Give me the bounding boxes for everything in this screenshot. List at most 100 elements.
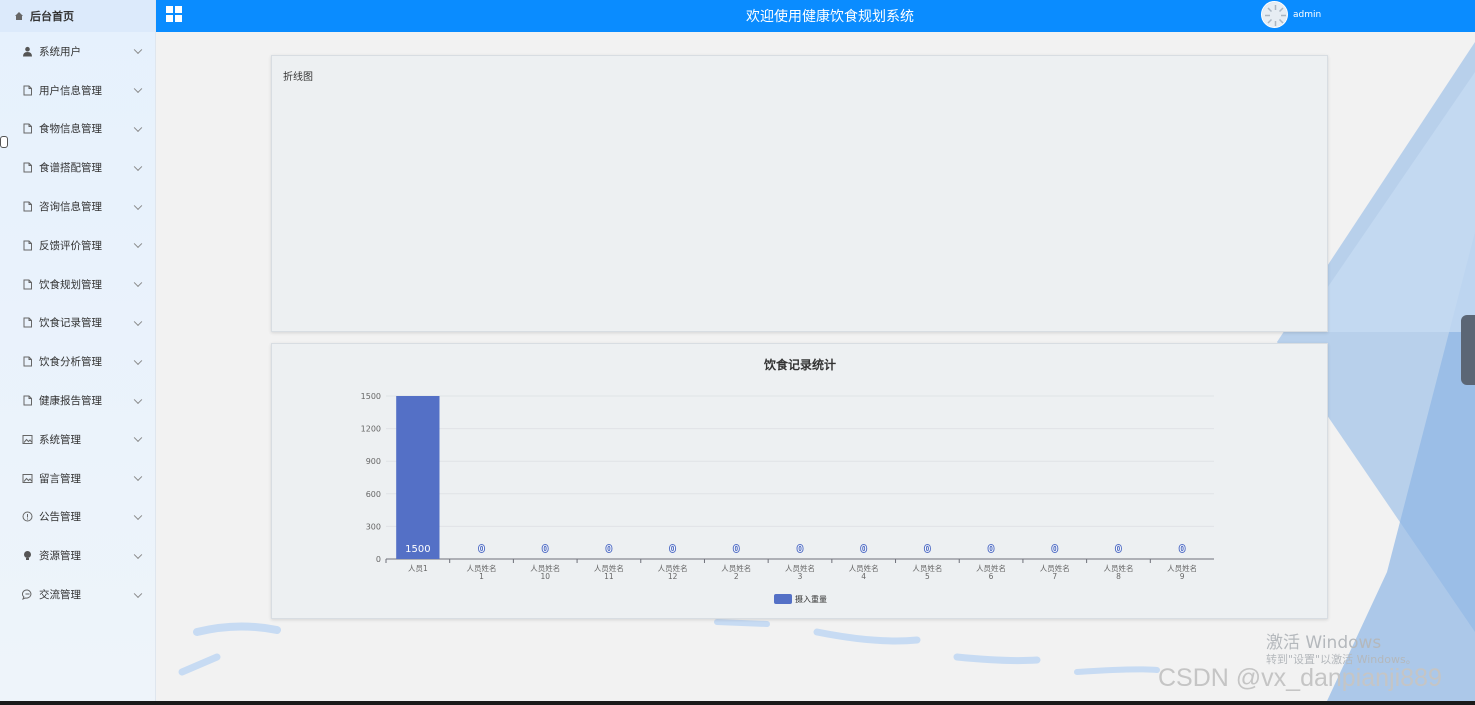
csdn-watermark: CSDN @vx_danpianji889 bbox=[1158, 664, 1442, 692]
sidebar-item-10[interactable]: 健康报告管理 bbox=[0, 381, 155, 420]
sidebar-item-2[interactable]: 用户信息管理 bbox=[0, 71, 155, 110]
sidebar-home-link[interactable]: 后台首页 bbox=[0, 0, 155, 32]
sidebar-item-8[interactable]: 饮食记录管理 bbox=[0, 304, 155, 343]
chevron-down-icon[interactable] bbox=[133, 317, 143, 327]
sidebar-item-3[interactable]: 食物信息管理 bbox=[0, 110, 155, 149]
sidebar-item-label: 留言管理 bbox=[39, 472, 81, 485]
chevron-down-icon[interactable] bbox=[133, 511, 143, 520]
x-tick-label: 9 bbox=[1180, 572, 1185, 581]
x-tick-label: 5 bbox=[925, 572, 930, 581]
document-icon bbox=[22, 123, 33, 134]
side-scroll-tab[interactable] bbox=[1461, 315, 1475, 385]
bar-value-label: 0 bbox=[797, 544, 803, 555]
chevron-down-icon[interactable] bbox=[133, 395, 143, 404]
bar-value-label: 0 bbox=[861, 544, 867, 555]
chart-title: 饮食记录统计 bbox=[763, 357, 836, 372]
mouse-cursor-icon bbox=[0, 136, 8, 148]
sidebar-item-label: 系统管理 bbox=[39, 433, 81, 446]
sidebar-item-14[interactable]: 资源管理 bbox=[0, 536, 155, 575]
bar-value-label: 0 bbox=[669, 544, 675, 555]
chevron-down-icon[interactable] bbox=[133, 278, 143, 288]
sidebar: 后台首页 系统用户 用户信息管理 食物信息管理 食谱搭配管理 咨询信息管理 反馈评价管理饮… bbox=[0, 0, 156, 701]
bar-value-label: 0 bbox=[1179, 544, 1185, 555]
x-tick-label: 12 bbox=[668, 572, 678, 581]
sidebar-item-4[interactable]: 食谱搭配管理 bbox=[0, 148, 155, 187]
document-icon bbox=[22, 279, 33, 290]
home-icon bbox=[14, 11, 24, 21]
sidebar-item-label: 饮食规划管理 bbox=[39, 278, 102, 291]
sidebar-item-label: 公告管理 bbox=[39, 511, 81, 524]
info-icon bbox=[22, 511, 33, 522]
bar-value-label: 0 bbox=[988, 544, 994, 555]
bar-chart: 饮食记录统计0300600900120015001500人员10人员姓名10人员… bbox=[361, 357, 1214, 604]
document-icon bbox=[22, 317, 33, 328]
bar-value-label: 0 bbox=[542, 544, 548, 555]
y-tick-label: 900 bbox=[366, 457, 381, 466]
x-tick-label: 1 bbox=[479, 572, 484, 581]
sidebar-item-9[interactable]: 饮食分析管理 bbox=[0, 342, 155, 381]
x-tick-label: 7 bbox=[1052, 572, 1057, 581]
y-tick-label: 1200 bbox=[361, 425, 381, 434]
sidebar-item-12[interactable]: 留言管理 bbox=[0, 459, 155, 498]
sidebar-item-label: 系统用户 bbox=[39, 45, 81, 58]
document-icon bbox=[22, 162, 33, 173]
sidebar-menu: 系统用户用户信息管理食物信息管理 食谱搭配管理 咨询信息管理 反馈评价管理 饮食规划管理… bbox=[0, 32, 155, 614]
username[interactable]: admin bbox=[1293, 10, 1321, 20]
sidebar-item-15[interactable]: 交流管理 bbox=[0, 575, 155, 614]
document-icon bbox=[22, 85, 33, 96]
sidebar-item-label: 饮食记录管理 bbox=[39, 317, 102, 330]
chevron-down-icon[interactable] bbox=[133, 239, 143, 249]
bar-value-label: 0 bbox=[478, 544, 484, 555]
sidebar-item-13[interactable]: 公告管理 bbox=[0, 498, 155, 537]
sidebar-item-label: 健康报告管理 bbox=[39, 395, 102, 408]
chevron-down-icon[interactable] bbox=[133, 589, 143, 598]
line-chart-title: 折线图 bbox=[283, 72, 313, 83]
chevron-down-icon[interactable] bbox=[133, 45, 143, 55]
sidebar-item-6[interactable]: 反馈评价管理 bbox=[0, 226, 155, 265]
x-tick-label: 10 bbox=[540, 572, 550, 581]
y-tick-label: 1500 bbox=[361, 392, 381, 401]
bar-value-label: 0 bbox=[1052, 544, 1058, 555]
top-header: 欢迎使用健康饮食规划系统 admin bbox=[156, 0, 1475, 32]
x-tick-label: 6 bbox=[989, 572, 994, 581]
sidebar-item-11[interactable]: 系统管理 bbox=[0, 420, 155, 459]
line-chart-card: 折线图 bbox=[271, 55, 1328, 332]
chevron-down-icon[interactable] bbox=[133, 84, 143, 94]
chevron-down-icon[interactable] bbox=[133, 356, 143, 365]
sidebar-item-label: 资源管理 bbox=[39, 550, 81, 563]
y-tick-label: 600 bbox=[366, 490, 381, 499]
document-icon bbox=[22, 356, 33, 367]
legend-swatch bbox=[774, 594, 792, 604]
chevron-down-icon[interactable] bbox=[133, 433, 143, 443]
x-tick-label: 人员1 bbox=[408, 564, 428, 573]
sidebar-item-label: 食谱搭配管理 bbox=[39, 162, 102, 175]
bar-value-label: 0 bbox=[1115, 544, 1121, 555]
legend-label: 摄入重量 bbox=[795, 594, 827, 604]
document-icon bbox=[22, 201, 33, 212]
sidebar-item-7[interactable]: 饮食规划管理 bbox=[0, 265, 155, 304]
chevron-down-icon[interactable] bbox=[133, 550, 143, 559]
sidebar-home-label: 后台首页 bbox=[30, 10, 74, 23]
chevron-down-icon[interactable] bbox=[133, 162, 143, 171]
user-icon bbox=[22, 46, 33, 57]
chevron-down-icon[interactable] bbox=[133, 123, 143, 133]
sidebar-item-5[interactable]: 咨询信息管理 bbox=[0, 187, 155, 226]
bar bbox=[396, 396, 440, 559]
bar-chart-card: 饮食记录统计 0 300 600 900 1200 1500 1500 人员1 0 人员姓名 1 0 人员… bbox=[271, 343, 1328, 619]
taskbar-strip bbox=[0, 701, 1475, 705]
chevron-down-icon[interactable] bbox=[133, 472, 143, 482]
bar-value-label: 0 bbox=[733, 544, 739, 555]
bar-value-label: 1500 bbox=[405, 544, 430, 555]
avatar[interactable] bbox=[1261, 1, 1288, 28]
activate-windows-title: 激活 Windows bbox=[1266, 633, 1382, 653]
chevron-down-icon[interactable] bbox=[133, 201, 143, 210]
bulb-icon bbox=[22, 550, 33, 561]
sidebar-item-label: 咨询信息管理 bbox=[39, 201, 102, 214]
x-tick-label: 11 bbox=[604, 572, 614, 581]
x-tick-label: 8 bbox=[1116, 572, 1121, 581]
sidebar-item-label: 反馈评价管理 bbox=[39, 239, 102, 252]
bar-value-label: 0 bbox=[924, 544, 930, 555]
sidebar-item-1[interactable]: 系统用户 bbox=[0, 32, 155, 71]
sidebar-item-label: 食物信息管理 bbox=[39, 123, 102, 136]
bar-value-label: 0 bbox=[606, 544, 612, 555]
